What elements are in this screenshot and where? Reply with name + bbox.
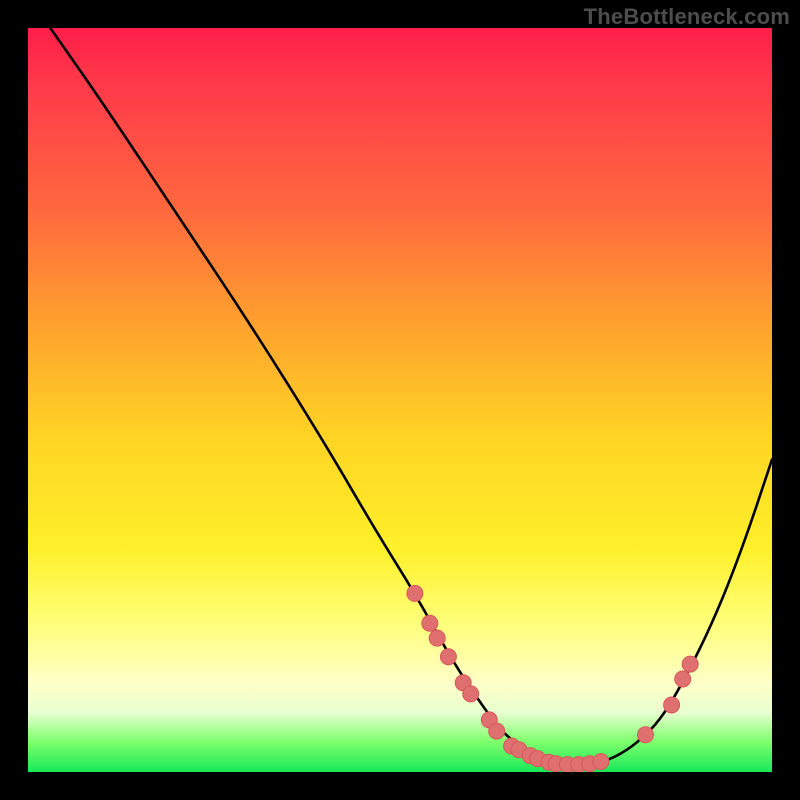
curve-marker: [489, 723, 505, 739]
curve-markers: [407, 585, 698, 772]
curve-layer: [28, 28, 772, 772]
curve-marker: [463, 686, 479, 702]
curve-marker: [429, 630, 445, 646]
curve-marker: [638, 727, 654, 743]
curve-marker: [422, 615, 438, 631]
curve-marker: [407, 585, 423, 601]
chart-frame: TheBottleneck.com: [0, 0, 800, 800]
watermark-text: TheBottleneck.com: [584, 4, 790, 30]
curve-marker: [675, 671, 691, 687]
curve-marker: [664, 697, 680, 713]
curve-marker: [682, 656, 698, 672]
plot-area: [28, 28, 772, 772]
curve-marker: [593, 754, 609, 770]
bottleneck-curve: [50, 28, 772, 765]
curve-marker: [440, 649, 456, 665]
